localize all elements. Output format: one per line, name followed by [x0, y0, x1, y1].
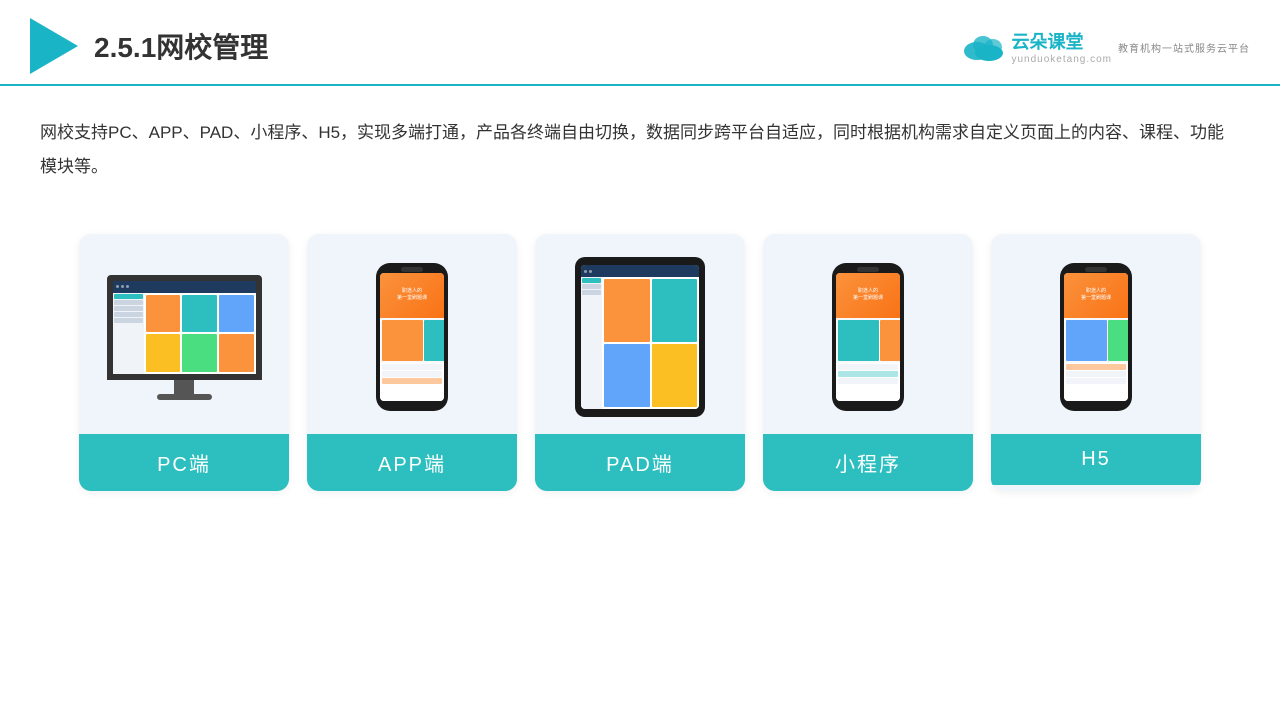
card-miniapp-image: 职途人的第一堂刷题课 [763, 234, 973, 434]
card-miniapp-label: 小程序 [763, 434, 973, 491]
cloud-icon [961, 31, 1005, 61]
phone-screen-app: 职途人的第一堂刷题课 [380, 273, 444, 401]
title-text: 网校管理 [156, 32, 268, 63]
brand-name: 云朵课堂 yunduoketang.com [1011, 28, 1112, 65]
phone-mockup-h5: 职途人的第一堂刷题课 [1060, 263, 1132, 411]
card-h5-label: H5 [991, 434, 1201, 485]
phone-screen-miniapp: 职途人的第一堂刷题课 [836, 273, 900, 401]
card-pc: PC端 [79, 234, 289, 491]
monitor-screen [107, 275, 262, 380]
header-left: 2.5.1网校管理 [30, 18, 268, 74]
phone-mockup-miniapp: 职途人的第一堂刷题课 [832, 263, 904, 411]
phone-screen-h5: 职途人的第一堂刷题课 [1064, 273, 1128, 401]
card-app-image: 职途人的第一堂刷题课 [307, 234, 517, 434]
card-pc-image [79, 234, 289, 434]
section-number: 2.5.1 [94, 32, 156, 63]
phone-mockup-app: 职途人的第一堂刷题课 [376, 263, 448, 411]
cloud-logo-group: 云朵课堂 yunduoketang.com 教育机构一站式服务云平台 [961, 28, 1250, 65]
monitor-mockup [107, 275, 262, 400]
card-pad-label: PAD端 [535, 434, 745, 491]
tablet-mockup [575, 257, 705, 417]
card-pad: PAD端 [535, 234, 745, 491]
card-pad-image [535, 234, 745, 434]
card-pc-label: PC端 [79, 434, 289, 491]
brand-logo: 云朵课堂 yunduoketang.com 教育机构一站式服务云平台 [961, 28, 1250, 65]
card-miniapp: 职途人的第一堂刷题课 [763, 234, 973, 491]
description-text: 网校支持PC、APP、PAD、小程序、H5，实现多端打通，产品各终端自由切换，数… [0, 86, 1280, 194]
header: 2.5.1网校管理 云朵课堂 yunduoketang.com 教育机构一站式服… [0, 0, 1280, 86]
tablet-screen [581, 265, 699, 409]
logo-triangle-icon [30, 18, 78, 74]
card-h5-image: 职途人的第一堂刷题课 [991, 234, 1201, 434]
card-h5: 职途人的第一堂刷题课 [991, 234, 1201, 491]
brand-tagline: 教育机构一站式服务云平台 [1118, 40, 1250, 55]
card-app: 职途人的第一堂刷题课 [307, 234, 517, 491]
page-title: 2.5.1网校管理 [94, 26, 268, 66]
card-app-label: APP端 [307, 434, 517, 491]
cards-section: PC端 职途人的第一堂刷题课 [0, 204, 1280, 521]
